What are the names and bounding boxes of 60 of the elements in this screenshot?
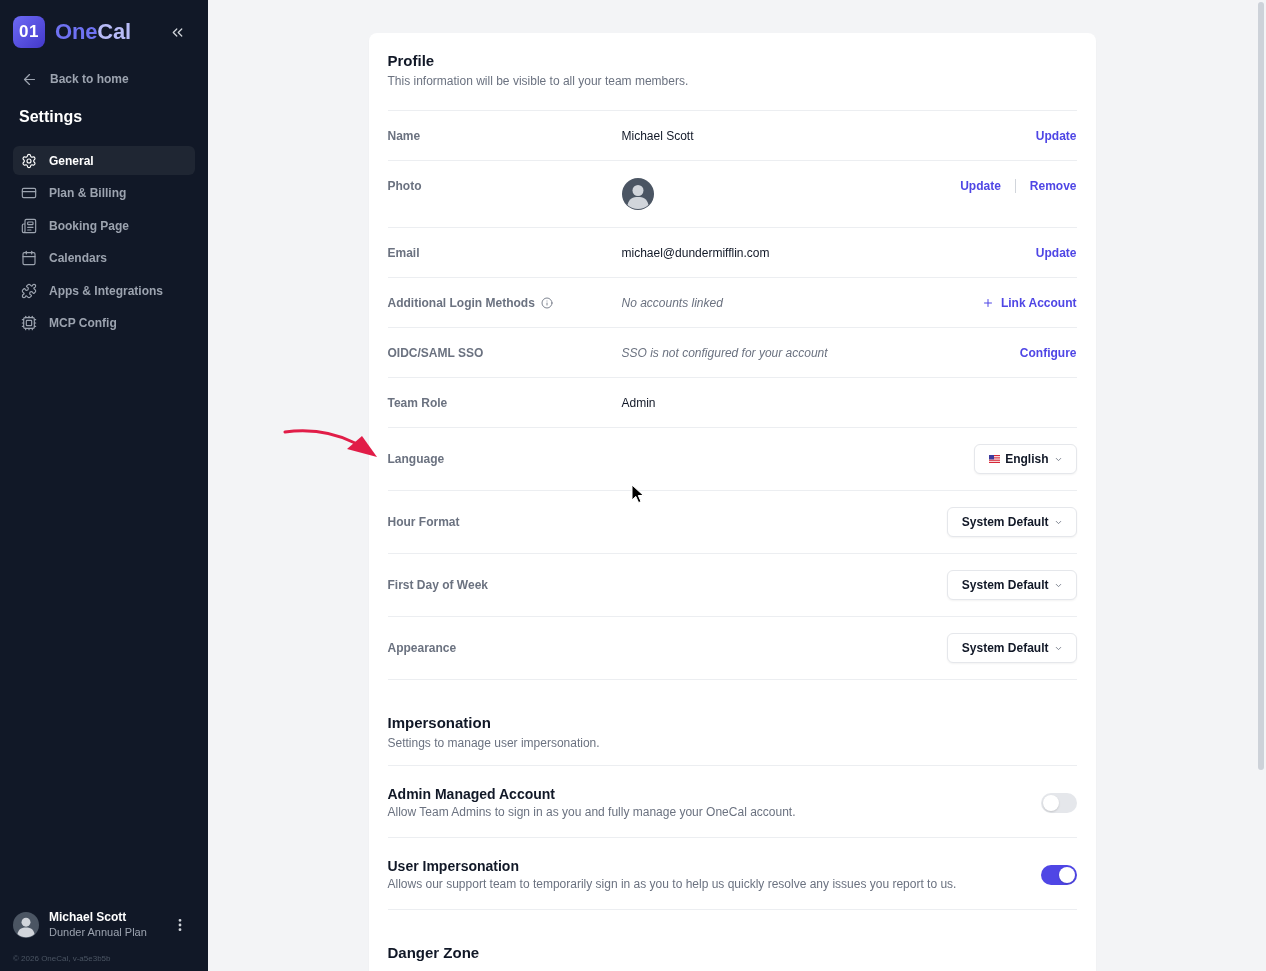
user-plan: Dunder Annual Plan	[49, 925, 147, 939]
avatar-icon	[13, 911, 39, 938]
setting-label: Photo	[387, 178, 422, 194]
dropdown-button[interactable]: System Default	[946, 507, 1077, 537]
section-title: Profile	[387, 52, 436, 70]
cursor-icon	[631, 484, 645, 504]
setting-label: Team Role	[387, 394, 448, 411]
setting-description: Allows our support team to temporarily sign in as you to help us quickly resolve any issues you report to us.	[387, 876, 958, 892]
setting-description: Allow Team Admins to sign in as you and fully manage your OneCal account.	[387, 804, 797, 820]
toggle-switch[interactable]	[1040, 865, 1077, 885]
toggle-switch[interactable]	[1040, 793, 1077, 813]
nav-item[interactable]: Apps & Integrations	[13, 276, 195, 305]
setting-value: michael@dundermifflin.com	[621, 244, 770, 261]
nav-item[interactable]: Calendars	[13, 243, 195, 273]
nav-item[interactable]: General	[13, 146, 195, 175]
user-name: Michael Scott	[49, 910, 128, 924]
action-link[interactable]: Update	[960, 178, 1001, 194]
page-icon	[21, 217, 37, 234]
note-text: No accounts linked	[621, 294, 723, 311]
section-title: Danger Zone	[387, 944, 481, 962]
credit-card-icon	[21, 185, 37, 201]
nav-item[interactable]: Booking Page	[13, 211, 195, 240]
gear-icon	[21, 152, 37, 169]
setting-label: Hour Format	[387, 514, 460, 530]
plus-icon	[981, 296, 994, 309]
action-link[interactable]: Link Account	[981, 294, 1077, 311]
setting-label: Name	[387, 127, 421, 144]
logo-text: OneCal	[55, 19, 131, 45]
nav-item[interactable]: Plan & Billing	[13, 178, 195, 208]
avatar-icon	[621, 178, 654, 210]
action-link[interactable]: Update	[1035, 244, 1077, 261]
section-subtitle: Settings to manage user impersonation.	[387, 735, 601, 751]
dropdown-button[interactable]: System Default	[946, 570, 1077, 600]
setting-label: OIDC/SAML SSO	[387, 344, 484, 361]
setting-label: Additional Login Methods	[387, 294, 535, 311]
dropdown-button[interactable]: System Default	[946, 633, 1077, 663]
dropdown-button[interactable]: English	[974, 444, 1077, 474]
note-text: SSO is not configured for your account	[621, 344, 828, 361]
scrollbar-thumb[interactable]	[1258, 2, 1264, 770]
calendar-icon	[21, 250, 37, 266]
section-subtitle: This information will be visible to all your team members.	[387, 73, 690, 89]
setting-title: Admin Managed Account	[387, 786, 556, 803]
info-icon[interactable]	[540, 296, 553, 309]
setting-label: Language	[387, 451, 445, 467]
setting-value: Admin	[621, 394, 656, 411]
chip-icon	[21, 315, 37, 331]
logo-mark: 01	[13, 16, 45, 48]
setting-value: Michael Scott	[621, 127, 694, 144]
action-link[interactable]: Update	[1035, 127, 1077, 144]
action-link[interactable]: Remove	[1029, 178, 1077, 194]
back-link[interactable]: Back to home	[13, 70, 129, 88]
sidebar-heading: Settings	[18, 107, 84, 127]
section-title: Impersonation	[387, 714, 492, 732]
action-link[interactable]: Configure	[1019, 344, 1077, 361]
setting-title: User Impersonation	[387, 858, 520, 875]
nav-item[interactable]: MCP Config	[13, 308, 195, 338]
puzzle-icon	[21, 282, 37, 299]
setting-label: First Day of Week	[387, 577, 488, 593]
setting-label: Appearance	[387, 640, 457, 656]
setting-label: Email	[387, 244, 420, 261]
